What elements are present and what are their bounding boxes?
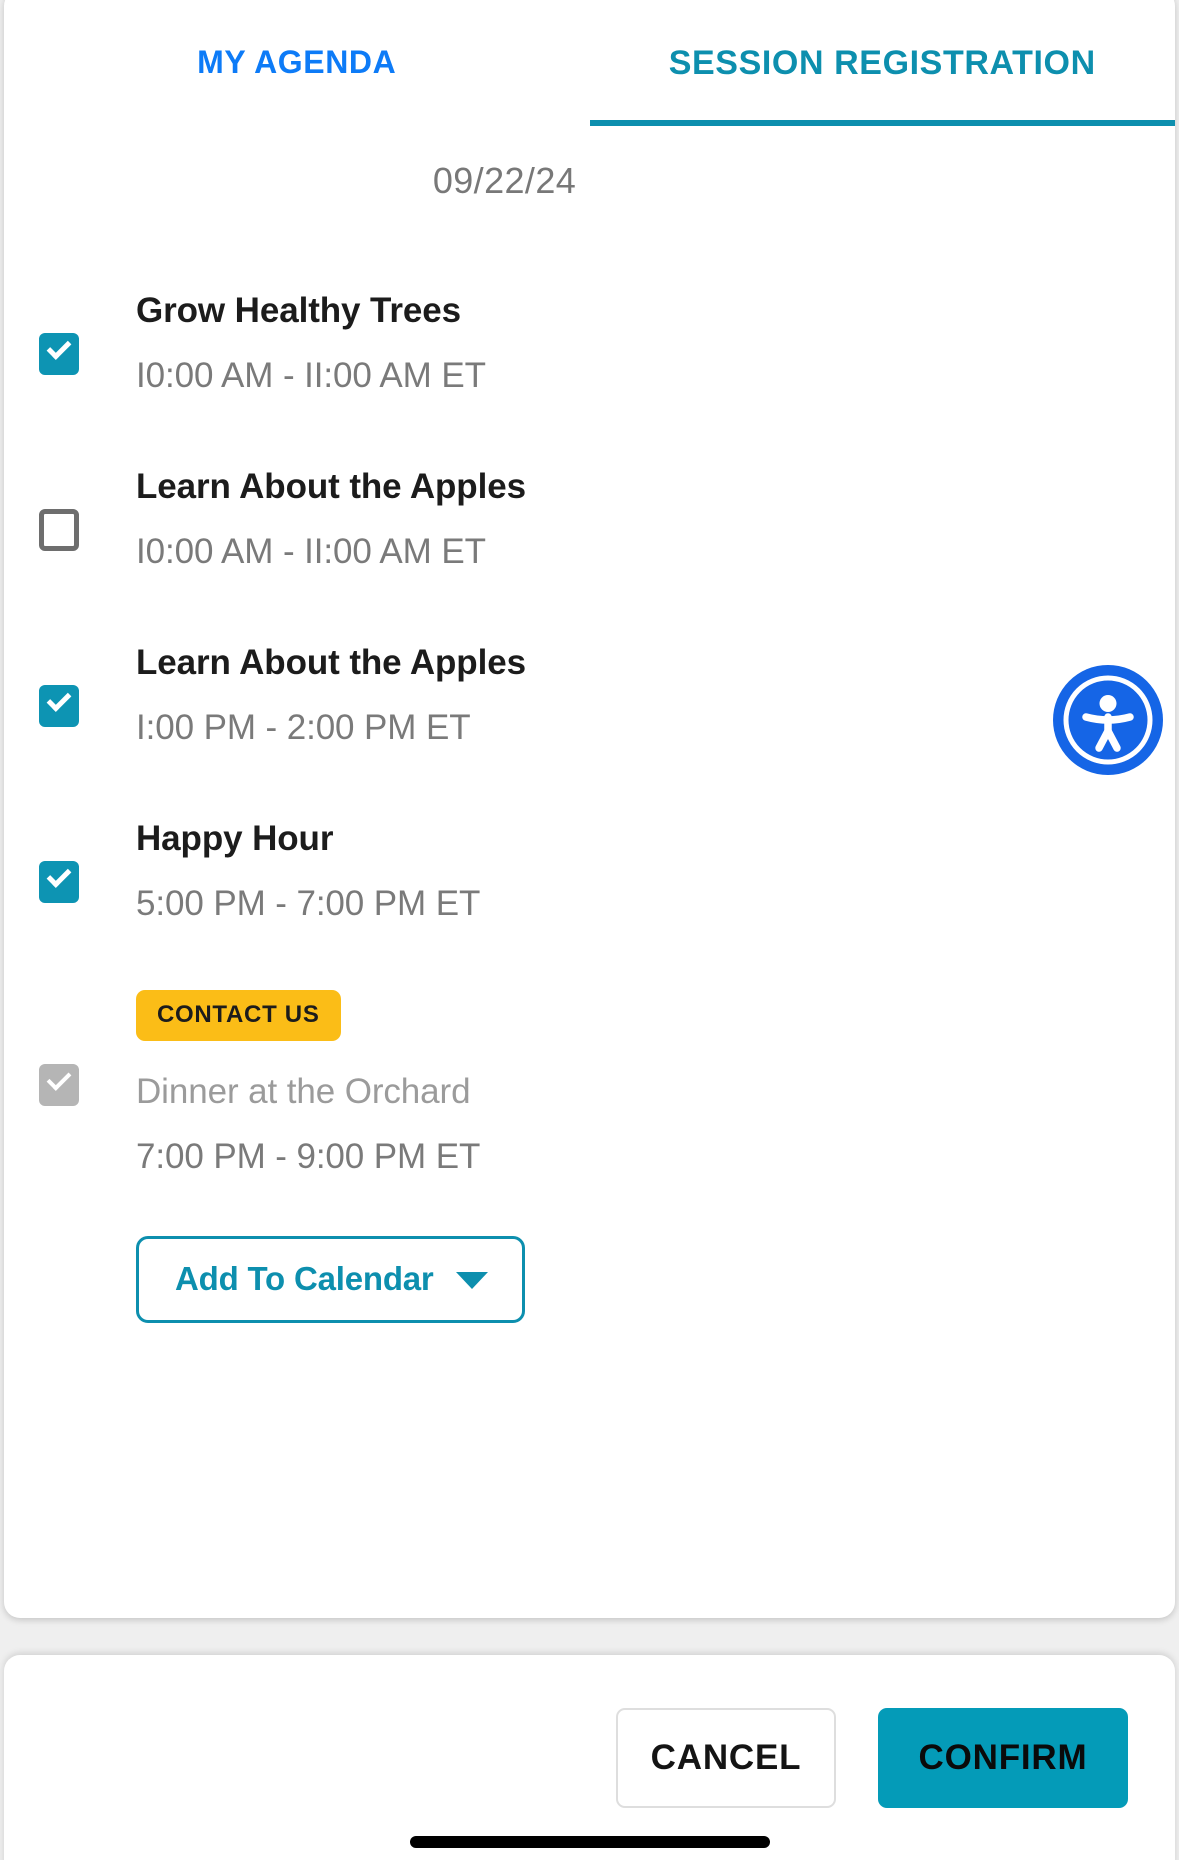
contact-us-badge[interactable]: CONTACT US bbox=[136, 990, 341, 1041]
confirm-button[interactable]: CONFIRM bbox=[878, 1708, 1128, 1808]
session-checkbox-learn-about-the-apples-afternoon[interactable] bbox=[39, 685, 79, 727]
session-registration-card: MY AGENDA SESSION REGISTRATION 09/22/24 … bbox=[4, 0, 1175, 1618]
accessibility-person-icon bbox=[1063, 675, 1153, 765]
session-title: Dinner at the Orchard bbox=[136, 1072, 471, 1111]
check-icon bbox=[46, 1066, 72, 1091]
session-time: 5:00 PM - 7:00 PM ET bbox=[136, 883, 481, 923]
check-icon bbox=[46, 863, 72, 888]
tab-my-agenda[interactable]: MY AGENDA bbox=[4, 0, 590, 140]
add-to-calendar-container: Add To Calendar bbox=[4, 1235, 1175, 1323]
session-body: Learn About the Apples I:00 PM - 2:00 PM… bbox=[39, 618, 1175, 771]
date-header: 09/22/24 bbox=[4, 160, 1175, 202]
session-title: Grow Healthy Trees bbox=[136, 291, 461, 330]
session-body: Learn About the Apples I0:00 AM - II:00 … bbox=[39, 442, 1175, 595]
add-to-calendar-label: Add To Calendar bbox=[175, 1259, 434, 1297]
cancel-button[interactable]: CANCEL bbox=[616, 1708, 836, 1808]
check-icon bbox=[46, 687, 72, 712]
home-indicator bbox=[409, 1836, 770, 1848]
session-row: Grow Healthy Trees I0:00 AM - II:00 AM E… bbox=[4, 266, 1175, 442]
session-title: Happy Hour bbox=[136, 819, 334, 858]
accessibility-widget-button[interactable] bbox=[1053, 665, 1163, 775]
tab-bar: MY AGENDA SESSION REGISTRATION bbox=[4, 0, 1175, 140]
tab-my-agenda-label: MY AGENDA bbox=[197, 44, 397, 80]
session-checkbox-dinner-at-the-orchard bbox=[39, 1063, 79, 1106]
session-checkbox-happy-hour[interactable] bbox=[39, 861, 79, 903]
session-time: I0:00 AM - II:00 AM ET bbox=[136, 531, 486, 571]
chevron-down-icon bbox=[455, 1272, 488, 1290]
date-header-text: 09/22/24 bbox=[432, 160, 577, 201]
check-icon bbox=[46, 335, 72, 360]
session-checkbox-learn-about-the-apples-morning[interactable] bbox=[39, 509, 79, 551]
session-title: Learn About the Apples bbox=[136, 643, 526, 682]
session-time: I:00 PM - 2:00 PM ET bbox=[136, 707, 471, 747]
session-body: CONTACT US Dinner at the Orchard 7:00 PM… bbox=[39, 970, 1175, 1200]
tab-session-registration-label: SESSION REGISTRATION bbox=[668, 44, 1096, 82]
session-time: 7:00 PM - 9:00 PM ET bbox=[136, 1136, 481, 1176]
active-tab-underline bbox=[589, 120, 1175, 126]
session-body: Happy Hour 5:00 PM - 7:00 PM ET bbox=[39, 794, 1175, 947]
tab-session-registration[interactable]: SESSION REGISTRATION bbox=[589, 0, 1175, 140]
session-checkbox-grow-healthy-trees[interactable] bbox=[39, 333, 79, 375]
footer-buttons: CANCEL CONFIRM bbox=[616, 1708, 1128, 1808]
session-row: Learn About the Apples I0:00 AM - II:00 … bbox=[4, 442, 1175, 618]
session-registration-screen: MY AGENDA SESSION REGISTRATION 09/22/24 … bbox=[0, 0, 1179, 1860]
session-row: Learn About the Apples I:00 PM - 2:00 PM… bbox=[4, 618, 1175, 794]
session-title: Learn About the Apples bbox=[136, 467, 526, 506]
session-time: I0:00 AM - II:00 AM ET bbox=[136, 355, 486, 395]
session-body: Grow Healthy Trees I0:00 AM - II:00 AM E… bbox=[39, 266, 1175, 419]
session-row: CONTACT US Dinner at the Orchard 7:00 PM… bbox=[4, 970, 1175, 1200]
add-to-calendar-button[interactable]: Add To Calendar bbox=[136, 1235, 525, 1323]
session-list: Grow Healthy Trees I0:00 AM - II:00 AM E… bbox=[4, 266, 1175, 1323]
session-row: Happy Hour 5:00 PM - 7:00 PM ET bbox=[4, 794, 1175, 970]
footer-action-bar: CANCEL CONFIRM bbox=[4, 1655, 1175, 1860]
